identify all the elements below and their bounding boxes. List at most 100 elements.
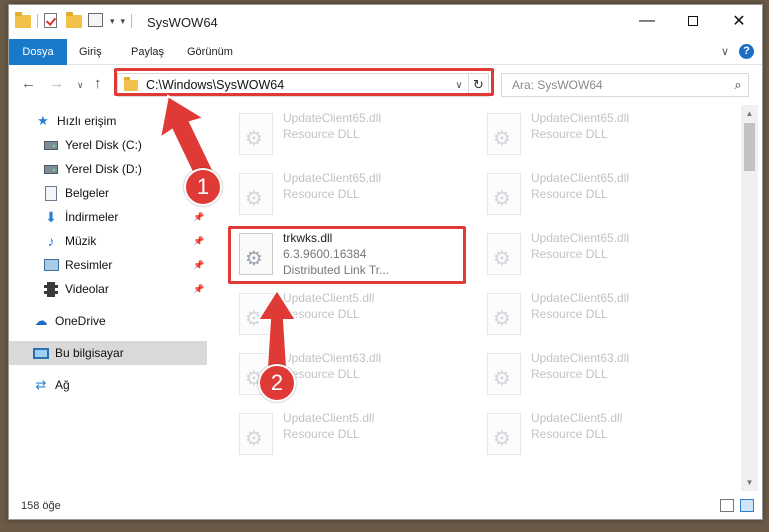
file-item[interactable]: UpdateClient63.dll Resource DLL [481, 347, 721, 403]
file-item[interactable]: UpdateClient65.dll Resource DLL [481, 107, 721, 163]
drive-icon [43, 161, 59, 177]
help-icon[interactable]: ? [739, 44, 754, 59]
sidebar-item-label: Bu bilgisayar [55, 346, 124, 360]
tab-view[interactable]: Görünüm [187, 39, 233, 65]
sidebar-item-videos[interactable]: Videolar 📌 [9, 277, 207, 301]
search-input[interactable]: Ara: SysWOW64 [512, 78, 728, 92]
tab-file[interactable]: Dosya [9, 39, 67, 65]
sidebar-item-label: Müzik [65, 234, 97, 248]
item-count: 158 öğe [21, 500, 61, 512]
sidebar-item-label: Resimler [65, 258, 113, 272]
chevron-down-icon[interactable]: ▾ [110, 16, 115, 27]
file-description: Resource DLL [283, 427, 360, 441]
status-bar: 158 öğe [9, 495, 762, 519]
drive-icon [43, 137, 59, 153]
file-description: Resource DLL [531, 307, 608, 321]
dll-file-icon [487, 413, 521, 455]
file-item[interactable]: UpdateClient65.dll Resource DLL [233, 167, 473, 223]
separator [131, 14, 133, 28]
pin-icon[interactable]: 📌 [193, 236, 204, 247]
sidebar-item-pictures[interactable]: Resimler 📌 [9, 253, 207, 277]
file-item[interactable]: UpdateClient5.dll Resource DLL [481, 407, 721, 463]
sidebar-item-quick-access[interactable]: ★ Hızlı erişim [9, 109, 207, 133]
star-icon: ★ [37, 113, 49, 128]
dll-file-icon [239, 293, 273, 335]
dll-file-icon [239, 173, 273, 215]
file-item[interactable]: UpdateClient65.dll Resource DLL [481, 167, 721, 223]
sidebar-item-label: Belgeler [65, 186, 110, 200]
view-switcher [720, 499, 754, 512]
file-item[interactable]: UpdateClient65.dll Resource DLL [481, 287, 721, 343]
view-properties-icon[interactable] [88, 13, 104, 29]
file-name: UpdateClient65.dll [283, 111, 382, 125]
picture-icon [43, 257, 59, 273]
file-list: UpdateClient65.dll Resource DLL UpdateCl… [207, 105, 741, 491]
sidebar-item-label: Ağ [55, 378, 70, 392]
file-description: Resource DLL [531, 367, 608, 381]
file-name: UpdateClient5.dll [531, 411, 623, 425]
recent-locations-icon[interactable]: ∨ [77, 80, 84, 91]
file-description: Resource DLL [283, 307, 360, 321]
dll-file-icon [487, 173, 521, 215]
scroll-down-icon[interactable]: ▼ [741, 474, 758, 491]
ribbon-controls: ∨ ? [721, 44, 754, 59]
search-icon[interactable]: ⌕ [728, 77, 748, 93]
tab-share[interactable]: Paylaş [131, 39, 164, 65]
vertical-scrollbar[interactable]: ▲ ▼ [741, 105, 758, 491]
pin-icon[interactable]: 📌 [193, 284, 204, 295]
back-button[interactable]: ← [21, 75, 36, 92]
video-icon [43, 281, 59, 297]
dll-file-icon [487, 293, 521, 335]
file-item[interactable]: UpdateClient5.dll Resource DLL [233, 407, 473, 463]
file-description: Resource DLL [531, 187, 608, 201]
maximize-button[interactable] [670, 5, 716, 37]
file-item[interactable]: UpdateClient5.dll Resource DLL [233, 287, 473, 343]
sidebar-item-music[interactable]: ♪ Müzik 📌 [9, 229, 207, 253]
pin-icon[interactable]: 📌 [193, 260, 204, 271]
sidebar-item-label: OneDrive [55, 314, 106, 328]
separator [37, 14, 38, 28]
file-description: Resource DLL [531, 247, 608, 261]
file-highlight-box [228, 226, 466, 284]
file-name: UpdateClient5.dll [283, 411, 375, 425]
address-highlight-box [114, 68, 494, 96]
expand-ribbon-icon[interactable]: ∨ [721, 45, 729, 58]
properties-check-icon[interactable] [44, 13, 60, 29]
large-icons-view-icon[interactable] [740, 499, 754, 512]
sidebar-item-this-pc[interactable]: Bu bilgisayar [9, 341, 207, 365]
file-description: Resource DLL [531, 427, 608, 441]
dll-file-icon [487, 113, 521, 155]
computer-icon [33, 345, 49, 361]
music-icon: ♪ [47, 233, 55, 249]
sidebar-item-local-disk-d[interactable]: Yerel Disk (D:) [9, 157, 207, 181]
scroll-thumb[interactable] [744, 123, 755, 171]
up-button[interactable]: ↑ [94, 75, 102, 92]
sidebar-item-network[interactable]: ⇄ Ağ [9, 373, 207, 397]
step-badge-2: 2 [258, 364, 296, 402]
file-item[interactable]: UpdateClient65.dll Resource DLL [233, 107, 473, 163]
pin-icon[interactable]: 📌 [193, 212, 204, 223]
window-title: SysWOW64 [147, 15, 218, 30]
close-button[interactable]: ✕ [716, 5, 762, 37]
file-item[interactable]: UpdateClient65.dll Resource DLL [481, 227, 721, 283]
sidebar-item-downloads[interactable]: ⬇ İndirmeler 📌 [9, 205, 207, 229]
new-folder-icon[interactable] [66, 12, 82, 29]
sidebar-item-label: Yerel Disk (D:) [65, 162, 142, 176]
sidebar-item-local-disk-c[interactable]: Yerel Disk (C:) [9, 133, 207, 157]
customize-toolbar-icon[interactable]: ▾ [121, 16, 126, 27]
dll-file-icon [487, 353, 521, 395]
forward-button[interactable]: → [49, 75, 64, 92]
scroll-up-icon[interactable]: ▲ [741, 105, 758, 122]
file-name: UpdateClient63.dll [283, 351, 382, 365]
tab-home[interactable]: Giriş [79, 39, 102, 65]
folder-icon[interactable] [15, 12, 31, 29]
cloud-icon: ☁ [34, 313, 48, 328]
minimize-button[interactable]: — [624, 5, 670, 37]
sidebar-item-onedrive[interactable]: ☁ OneDrive [9, 309, 207, 333]
sidebar-item-documents[interactable]: Belgeler [9, 181, 207, 205]
network-icon: ⇄ [35, 377, 47, 392]
details-view-icon[interactable] [720, 499, 734, 512]
search-box[interactable]: Ara: SysWOW64 ⌕ [501, 73, 749, 97]
sidebar-item-label: Videolar [65, 282, 109, 296]
sidebar-item-label: Hızlı erişim [57, 114, 117, 128]
